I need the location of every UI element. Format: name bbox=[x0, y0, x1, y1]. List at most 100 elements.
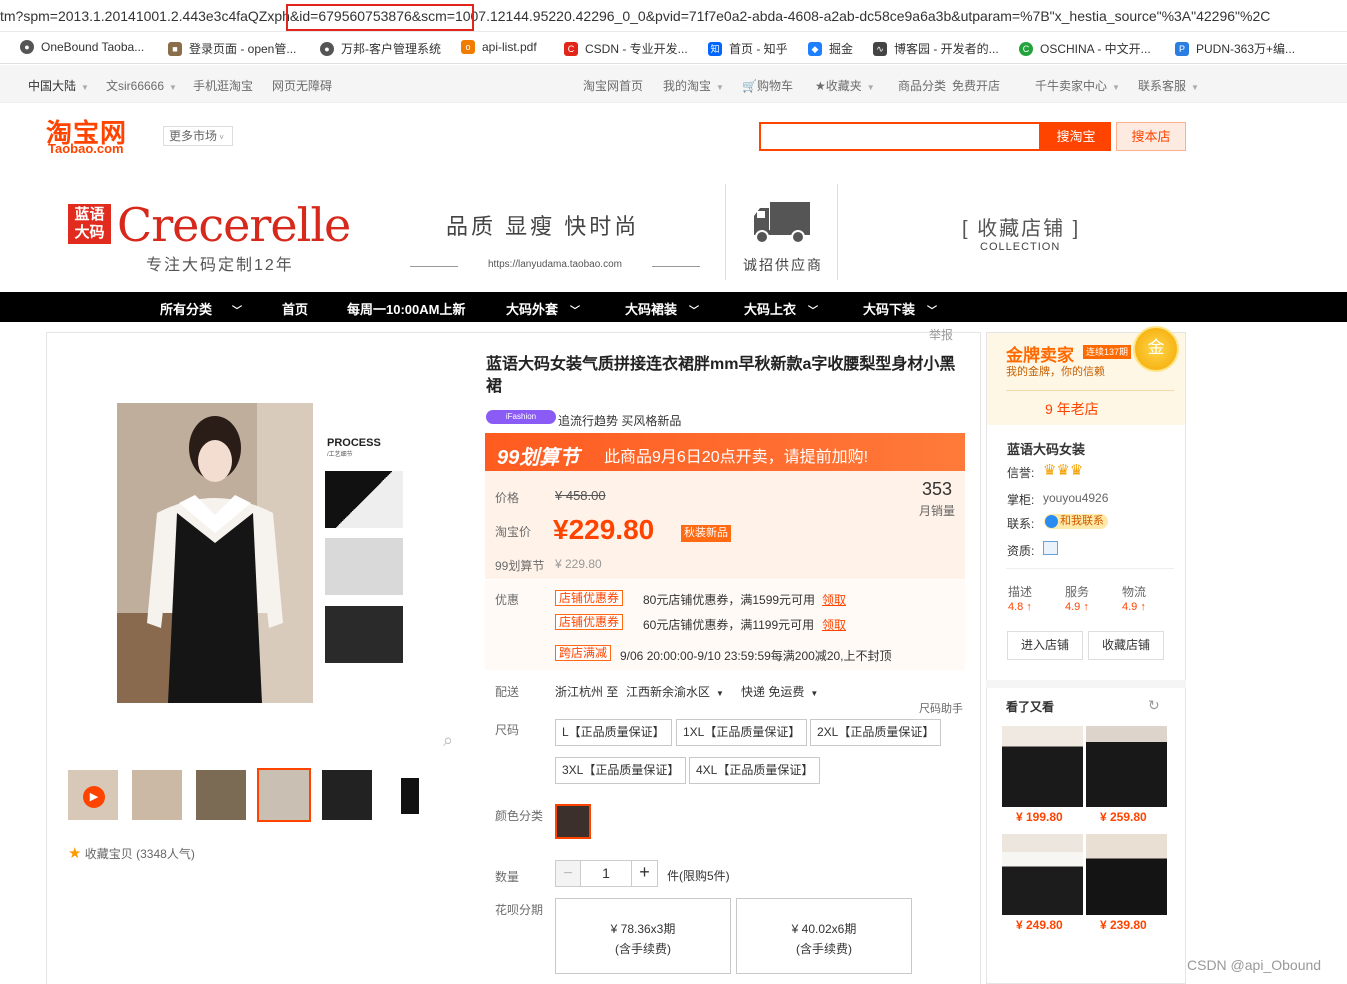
mobile-link[interactable]: 手机逛淘宝 bbox=[193, 77, 253, 94]
cat-new[interactable]: 每周一10:00AM上新 bbox=[347, 299, 465, 318]
size-helper-link[interactable]: 尺码助手 bbox=[919, 700, 963, 716]
delivery-method-select[interactable]: 快递 免运费 ▼ bbox=[741, 683, 818, 700]
claim-coupon-link[interactable]: 领取 bbox=[822, 616, 846, 633]
coupon-label: 优惠 bbox=[495, 593, 520, 607]
thumbnail-video[interactable]: ▶ bbox=[68, 770, 118, 820]
chevron-down-icon: ﹀ bbox=[808, 306, 819, 317]
thumbnail-image[interactable] bbox=[385, 770, 435, 820]
more-market-select[interactable]: 更多市场 ˅ bbox=[163, 126, 233, 146]
collect-shop-banner[interactable]: [ 收藏店铺 ] bbox=[962, 212, 1080, 241]
taobao-logo-en[interactable]: Taobao.com bbox=[48, 141, 124, 156]
quantity-input[interactable]: 1 bbox=[580, 860, 632, 887]
shop-name[interactable]: 蓝语大码女装 bbox=[1007, 439, 1085, 458]
thumbnail-image-selected[interactable] bbox=[257, 768, 311, 822]
report-link[interactable]: 举报 bbox=[929, 326, 953, 343]
bookmark-login[interactable]: ■ 登录页面 - open管... bbox=[168, 40, 296, 57]
bookmark-cnblogs[interactable]: ∿ 博客园 - 开发者的... bbox=[873, 40, 999, 57]
size-option-3xl[interactable]: 3XL【正品质量保证】 bbox=[555, 757, 687, 784]
accessible-link[interactable]: 网页无障碍 bbox=[272, 77, 332, 94]
search-taobao-button[interactable]: 搜淘宝 bbox=[1041, 122, 1111, 151]
installment-option-6[interactable]: ¥ 40.02x6期 (含手续费) bbox=[736, 898, 912, 974]
cat-dresses[interactable]: 大码裙装 ﹀ bbox=[625, 299, 699, 318]
chat-icon bbox=[1045, 515, 1058, 528]
site-top-nav: 中国大陆 ▼ 文sir66666 ▼ 手机逛淘宝 网页无障碍 淘宝网首页 我的淘宝 ▼… bbox=[0, 65, 1347, 103]
recommend-item-image[interactable] bbox=[1086, 834, 1167, 915]
license-icon[interactable] bbox=[1043, 541, 1058, 555]
bookmark-oschina[interactable]: C OSCHINA - 中文开... bbox=[1019, 40, 1151, 57]
supplier-link[interactable]: 诚招供应商 bbox=[743, 255, 823, 275]
rating-desc-value: 4.8 ↑ bbox=[1008, 601, 1032, 613]
service-link[interactable]: 联系客服 ▼ bbox=[1138, 77, 1199, 94]
quantity-decrease-button[interactable]: − bbox=[555, 860, 581, 887]
bookmark-csdn[interactable]: C CSDN - 专业开发... bbox=[564, 40, 688, 57]
size-option-2xl[interactable]: 2XL【正品质量保证】 bbox=[810, 719, 942, 746]
cart-link[interactable]: 🛒购物车 bbox=[742, 77, 793, 94]
gold-medal-icon: 金 bbox=[1133, 326, 1179, 372]
search-input[interactable] bbox=[759, 122, 1041, 151]
delivery-to-select[interactable]: 江西新余渝水区 ▼ bbox=[626, 683, 724, 700]
recommend-item-image[interactable] bbox=[1086, 726, 1167, 807]
user-link[interactable]: 文sir66666 ▼ bbox=[106, 77, 177, 94]
categories-link[interactable]: 商品分类 bbox=[898, 77, 946, 94]
claim-coupon-link[interactable]: 领取 bbox=[822, 591, 846, 608]
thumbnail-image[interactable] bbox=[196, 770, 246, 820]
delivery-from: 浙江杭州 至 bbox=[555, 685, 619, 699]
shop-age: 9 年老店 bbox=[1045, 401, 1099, 417]
chevron-down-icon: ﹀ bbox=[927, 306, 938, 317]
cat-tops[interactable]: 大码上衣 ﹀ bbox=[744, 299, 818, 318]
quantity-increase-button[interactable]: + bbox=[631, 860, 658, 887]
installment-fee-note: (含手续费) bbox=[796, 942, 852, 956]
cat-home[interactable]: 首页 bbox=[282, 299, 308, 318]
recommend-item-price[interactable]: ¥ 249.80 bbox=[1016, 918, 1063, 932]
quantity-label: 数量 bbox=[495, 870, 520, 884]
bookmark-juejin[interactable]: ◆ 掘金 bbox=[808, 40, 853, 57]
recommend-item-image[interactable] bbox=[1002, 726, 1083, 807]
url-id-highlight-box bbox=[286, 4, 474, 31]
price-label: 价格 bbox=[495, 491, 520, 505]
bookmark-zhihu[interactable]: 知首页 - 知乎 bbox=[708, 40, 788, 57]
search-store-button[interactable]: 搜本店 bbox=[1116, 122, 1186, 151]
seller-center-link[interactable]: 千牛卖家中心 ▼ bbox=[1035, 77, 1120, 94]
recommend-item-price[interactable]: ¥ 199.80 bbox=[1016, 810, 1063, 824]
detail-image-collar bbox=[325, 471, 403, 528]
my-taobao-link[interactable]: 我的淘宝 ▼ bbox=[663, 77, 724, 94]
taobao-price-label: 淘宝价 bbox=[495, 525, 532, 539]
taobao-home-link[interactable]: 淘宝网首页 bbox=[583, 77, 643, 94]
url-text[interactable]: tm?spm=2013.1.20141001.2.443e3c4faQZxph&… bbox=[0, 8, 1270, 24]
product-main-image[interactable] bbox=[117, 403, 313, 703]
divider bbox=[1006, 390, 1174, 391]
cat-all[interactable]: 所有分类 ﹀ bbox=[160, 299, 242, 318]
contact-label: 联系: bbox=[1007, 517, 1035, 531]
bookmark-onebound[interactable]: ● OneBound Taoba... bbox=[20, 40, 144, 54]
recommend-item-price[interactable]: ¥ 239.80 bbox=[1100, 918, 1147, 932]
zoom-icon[interactable]: ⌕ bbox=[443, 730, 453, 751]
recommend-item-price[interactable]: ¥ 259.80 bbox=[1100, 810, 1147, 824]
open-shop-link[interactable]: 免费开店 bbox=[952, 77, 1000, 94]
size-option-l[interactable]: L【正品质量保证】 bbox=[555, 719, 672, 746]
enter-shop-button[interactable]: 进入店铺 bbox=[1007, 631, 1083, 660]
bookmark-wanbang[interactable]: ● 万邦-客户管理系统 bbox=[320, 40, 441, 57]
favorite-item-link[interactable]: ★ 收藏宝贝 (3348人气) bbox=[68, 844, 195, 862]
size-option-1xl[interactable]: 1XL【正品质量保证】 bbox=[676, 719, 808, 746]
address-bar[interactable]: tm?spm=2013.1.20141001.2.443e3c4faQZxph&… bbox=[0, 0, 1347, 32]
thumbnail-image[interactable] bbox=[132, 770, 182, 820]
collect-shop-button[interactable]: 收藏店铺 bbox=[1088, 631, 1164, 660]
color-option-black[interactable] bbox=[555, 804, 591, 839]
dress-model-image bbox=[117, 403, 313, 703]
refresh-icon[interactable]: ↻ bbox=[1148, 697, 1160, 714]
installment-option-3[interactable]: ¥ 78.36x3期 (含手续费) bbox=[555, 898, 731, 974]
size-option-4xl[interactable]: 4XL【正品质量保证】 bbox=[689, 757, 821, 784]
brand-logo-en[interactable]: Crecerelle bbox=[117, 198, 351, 252]
festival-price-label: 99划算节 bbox=[495, 559, 545, 573]
cat-bottoms[interactable]: 大码下装 ﹀ bbox=[863, 299, 937, 318]
cat-outerwear[interactable]: 大码外套 ﹀ bbox=[506, 299, 580, 318]
region-select[interactable]: 中国大陆 ▼ bbox=[28, 77, 89, 94]
thumbnail-image[interactable] bbox=[322, 770, 372, 820]
bookmark-api-list[interactable]: o api-list.pdf bbox=[461, 40, 537, 54]
favorites-link[interactable]: ★收藏夹 ▼ bbox=[815, 77, 875, 94]
truck-icon bbox=[754, 202, 810, 244]
chevron-down-icon: ▼ bbox=[169, 83, 177, 92]
recommend-item-image[interactable] bbox=[1002, 834, 1083, 915]
bookmark-pudn[interactable]: P PUDN-363万+编... bbox=[1175, 40, 1295, 57]
qualification-label: 资质: bbox=[1007, 544, 1035, 558]
